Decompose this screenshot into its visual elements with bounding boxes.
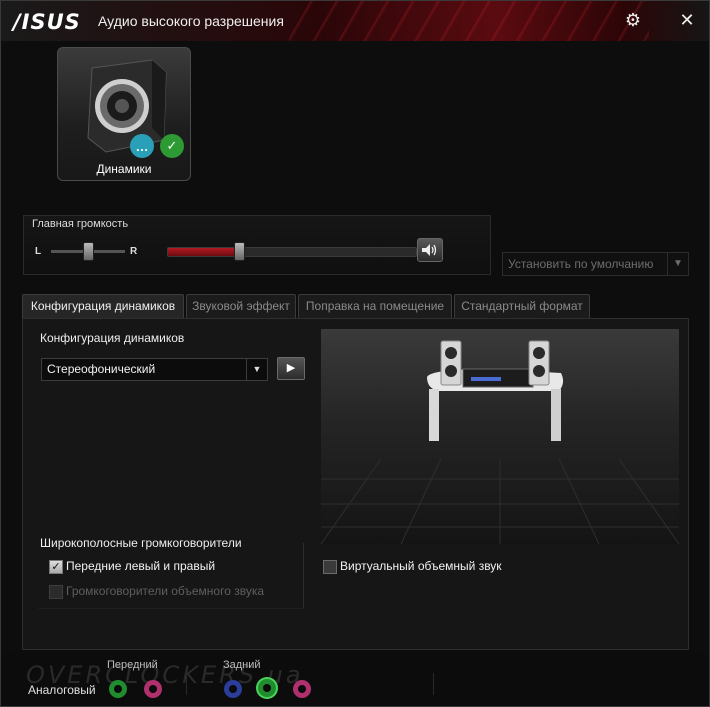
rear-pink-jack-icon[interactable] (293, 680, 311, 698)
speaker-icon (87, 59, 167, 153)
speaker-preview-scene (321, 329, 679, 544)
speaker-preview-illustration (321, 340, 679, 544)
speaker-configuration-panel: Конфигурация динамиков Стереофонический … (22, 318, 689, 650)
gear-icon[interactable]: ⚙ (623, 10, 643, 30)
play-test-button[interactable]: ▶ (277, 357, 305, 380)
chevron-down-icon: ▼ (246, 359, 267, 380)
speakers-device-tile[interactable]: … ✓ Динамики (57, 47, 191, 181)
set-default-label: Установить по умолчанию (508, 257, 654, 271)
surround-speakers-label: Громкоговорители объемного звука (66, 584, 265, 598)
tab-speaker-configuration[interactable]: Конфигурация динамиков (22, 294, 184, 319)
window-title: Аудио высокого разрешения (98, 13, 284, 29)
analog-label: Аналоговый (28, 683, 96, 697)
balance-left-label: L (35, 246, 42, 257)
rear-green-jack-icon[interactable] (258, 679, 276, 697)
close-icon[interactable]: ✕ (677, 10, 697, 30)
right-speaker-icon (528, 340, 550, 386)
tab-default-format[interactable]: Стандартный формат (454, 294, 590, 318)
volume-slider-track[interactable] (167, 247, 417, 257)
chat-badge-icon: … (130, 134, 154, 158)
balance-right-label: R (130, 246, 138, 257)
mute-button[interactable] (417, 238, 443, 262)
left-speaker-icon (440, 340, 462, 386)
jack-panel: OVERCLOCKERS.ua Передний Задний Аналогов… (1, 653, 709, 706)
virtual-surround-checkbox[interactable] (323, 560, 337, 574)
title-bar-decoration (289, 1, 649, 41)
front-lr-checkbox[interactable]: ✓ (49, 560, 63, 574)
check-badge-icon: ✓ (160, 134, 184, 158)
divider (186, 673, 187, 695)
volume-slider-fill (168, 248, 240, 256)
wideband-group (38, 543, 304, 609)
divider (433, 673, 434, 695)
tab-sound-effect[interactable]: Звуковой эффект (186, 294, 296, 318)
virtual-surround-label: Виртуальный объемный звук (340, 559, 502, 573)
speaker-volume-icon (422, 244, 437, 256)
audio-window: /ISUS Аудио высокого разрешения ⚙ ✕ … ✓ … (0, 0, 710, 707)
speaker-config-dropdown[interactable]: Стереофонический ▼ (41, 358, 268, 381)
rear-blue-jack-icon[interactable] (224, 680, 242, 698)
surround-speakers-checkbox (49, 585, 63, 599)
speaker-config-label: Конфигурация динамиков (40, 331, 185, 345)
front-pink-jack-icon[interactable] (144, 680, 162, 698)
device-label: Динамики (96, 162, 152, 176)
play-icon: ▶ (286, 362, 296, 374)
set-default-dropdown[interactable]: Установить по умолчанию ▼ (502, 252, 689, 276)
front-jacks-label: Передний (107, 659, 158, 671)
master-volume-panel: Главная громкость L R (23, 215, 491, 275)
master-volume-title: Главная громкость (32, 218, 129, 230)
wideband-group-title: Широкополосные громкоговорители (40, 536, 242, 550)
chevron-down-icon: ▼ (667, 253, 688, 275)
front-lr-label: Передние левый и правый (66, 559, 216, 573)
speaker-config-value: Стереофонический (47, 362, 156, 376)
front-green-jack-icon[interactable] (109, 680, 127, 698)
tab-room-correction[interactable]: Поправка на помещение (298, 294, 452, 318)
asus-logo: /ISUS (13, 10, 81, 34)
balance-slider-thumb[interactable] (83, 242, 94, 261)
title-bar: /ISUS Аудио высокого разрешения ⚙ ✕ (1, 1, 709, 41)
volume-slider-thumb[interactable] (233, 242, 245, 261)
rear-jacks-label: Задний (223, 659, 261, 671)
